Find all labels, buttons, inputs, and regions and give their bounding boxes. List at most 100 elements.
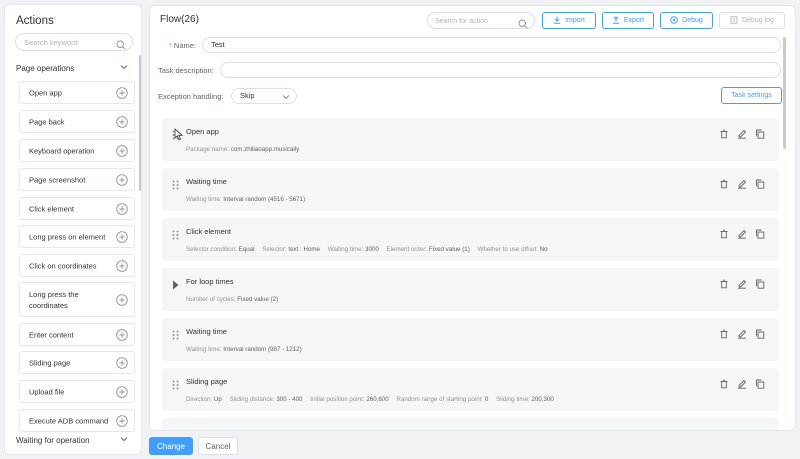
delete-icon[interactable] xyxy=(719,126,729,139)
upload-icon xyxy=(612,15,620,26)
delete-icon[interactable] xyxy=(719,376,729,389)
actions-panel: Actions Page operations Open app Page ba… xyxy=(4,4,142,455)
section-waiting-operation[interactable]: Waiting for operation xyxy=(16,436,128,445)
flow-step-detail: Selector condition: Equal Selector: text… xyxy=(186,246,548,253)
caret-right-icon[interactable] xyxy=(172,277,179,295)
action-item-label: Enter content xyxy=(29,330,74,339)
flow-step-name: Click element xyxy=(186,227,232,236)
debug-button[interactable]: Debug xyxy=(660,12,713,29)
copy-icon[interactable] xyxy=(755,226,765,239)
add-circle-icon[interactable] xyxy=(116,328,128,341)
task-description-label: Task description: xyxy=(158,66,214,75)
flow-step-detail: Number of cycles: Fixed value (2) xyxy=(186,296,279,303)
add-circle-icon[interactable] xyxy=(116,115,128,128)
action-item-click-element[interactable]: Click element xyxy=(19,197,135,220)
export-button[interactable]: Export xyxy=(602,12,654,29)
delete-icon[interactable] xyxy=(719,276,729,289)
add-circle-icon[interactable] xyxy=(116,144,128,157)
flow-step-name: Waiting time xyxy=(186,327,227,336)
flow-step-detail: Package name: com.zhiliaoapp.musically xyxy=(186,146,300,153)
edit-icon[interactable] xyxy=(737,326,747,339)
import-button[interactable]: Import xyxy=(542,12,596,29)
delete-icon[interactable] xyxy=(719,176,729,189)
chevron-down-icon[interactable] xyxy=(120,435,128,445)
flow-step[interactable]: Click element Selector condition: Equal … xyxy=(162,218,779,261)
add-circle-icon[interactable] xyxy=(116,385,128,398)
task-description-input[interactable] xyxy=(220,62,781,78)
flow-step[interactable]: Sliding page Direction: Up Sliding dista… xyxy=(162,368,779,411)
flow-step-name: For loop times xyxy=(186,277,234,286)
import-label: Import xyxy=(565,17,585,24)
delete-icon[interactable] xyxy=(719,226,729,239)
action-item-execute-adb[interactable]: Execute ADB command xyxy=(19,409,135,432)
flow-step[interactable]: Open app Package name: com.zhiliaoapp.mu… xyxy=(162,118,779,161)
flow-step[interactable] xyxy=(162,418,779,430)
add-circle-icon[interactable] xyxy=(116,293,128,306)
action-item-long-press-element[interactable]: Long press on element xyxy=(19,225,135,248)
action-item-long-press-coordinates[interactable]: Long press the coordinates xyxy=(19,282,135,317)
flow-title: Flow(26) xyxy=(160,14,199,25)
delete-icon[interactable] xyxy=(719,326,729,339)
flow-step-name: Open app xyxy=(186,127,219,136)
exception-handling-label: Exception handling: xyxy=(158,92,224,101)
edit-icon[interactable] xyxy=(737,226,747,239)
flow-step-actions xyxy=(719,226,765,239)
drag-handle-icon[interactable] xyxy=(172,377,179,395)
edit-icon[interactable] xyxy=(737,126,747,139)
chevron-down-icon xyxy=(282,92,290,106)
search-icon[interactable] xyxy=(518,16,528,34)
cancel-button[interactable]: Cancel xyxy=(198,437,238,455)
action-item-upload-file[interactable]: Upload file xyxy=(19,380,135,403)
action-item-open-app[interactable]: Open app xyxy=(19,81,135,104)
log-icon xyxy=(730,15,738,26)
flow-step[interactable]: Waiting time Waiting time: Interval rand… xyxy=(162,318,779,361)
edit-icon[interactable] xyxy=(737,176,747,189)
actions-search[interactable] xyxy=(15,33,133,51)
add-circle-icon[interactable] xyxy=(116,356,128,369)
add-circle-icon[interactable] xyxy=(116,86,128,99)
required-asterisk: * xyxy=(169,41,172,50)
debug-icon xyxy=(670,15,678,26)
flow-step-detail: Direction: Up Sliding distance: 300 - 40… xyxy=(186,396,554,403)
flow-search[interactable] xyxy=(427,12,535,29)
add-circle-icon[interactable] xyxy=(116,202,128,215)
drag-handle-icon[interactable] xyxy=(172,227,179,245)
drag-handle-icon[interactable] xyxy=(172,177,179,195)
flow-step[interactable]: Waiting time Waiting time: Interval rand… xyxy=(162,168,779,211)
action-item-page-back[interactable]: Page back xyxy=(19,110,135,133)
actions-scrollbar[interactable] xyxy=(139,55,141,191)
action-item-click-coordinates[interactable]: Click on coordinates xyxy=(19,254,135,277)
action-item-label: Click element xyxy=(29,204,75,213)
exception-handling-select[interactable]: Skip xyxy=(231,88,297,104)
add-circle-icon[interactable] xyxy=(116,230,128,243)
debug-log-button[interactable]: Debug log xyxy=(719,12,785,29)
copy-icon[interactable] xyxy=(755,176,765,189)
action-item-label: Long press on element xyxy=(29,232,106,241)
add-circle-icon[interactable] xyxy=(116,173,128,186)
copy-icon[interactable] xyxy=(755,326,765,339)
add-circle-icon[interactable] xyxy=(116,414,128,427)
add-circle-icon[interactable] xyxy=(116,259,128,272)
copy-icon[interactable] xyxy=(755,126,765,139)
task-settings-button[interactable]: Task settings xyxy=(721,87,782,104)
cursor-icon xyxy=(174,128,183,141)
change-button[interactable]: Change xyxy=(149,437,193,455)
actions-search-input[interactable] xyxy=(24,36,114,48)
action-item-keyboard-operation[interactable]: Keyboard operation xyxy=(19,139,135,162)
action-item-enter-content[interactable]: Enter content xyxy=(19,323,135,346)
copy-icon[interactable] xyxy=(755,276,765,289)
flow-step[interactable]: For loop times Number of cycles: Fixed v… xyxy=(162,268,779,311)
action-item-label: Execute ADB command xyxy=(29,416,109,425)
edit-icon[interactable] xyxy=(737,276,747,289)
drag-handle-icon[interactable] xyxy=(172,327,179,345)
flow-scrollbar[interactable] xyxy=(783,37,786,149)
name-input[interactable]: Test xyxy=(202,37,781,53)
edit-icon[interactable] xyxy=(737,376,747,389)
copy-icon[interactable] xyxy=(755,376,765,389)
action-item-page-screenshot[interactable]: Page screenshot xyxy=(19,168,135,191)
search-icon[interactable] xyxy=(116,37,126,55)
flow-search-input[interactable] xyxy=(435,15,515,27)
action-item-sliding-page[interactable]: Sliding page xyxy=(19,351,135,374)
chevron-down-icon[interactable] xyxy=(120,63,128,73)
section-page-operations[interactable]: Page operations xyxy=(16,64,128,73)
